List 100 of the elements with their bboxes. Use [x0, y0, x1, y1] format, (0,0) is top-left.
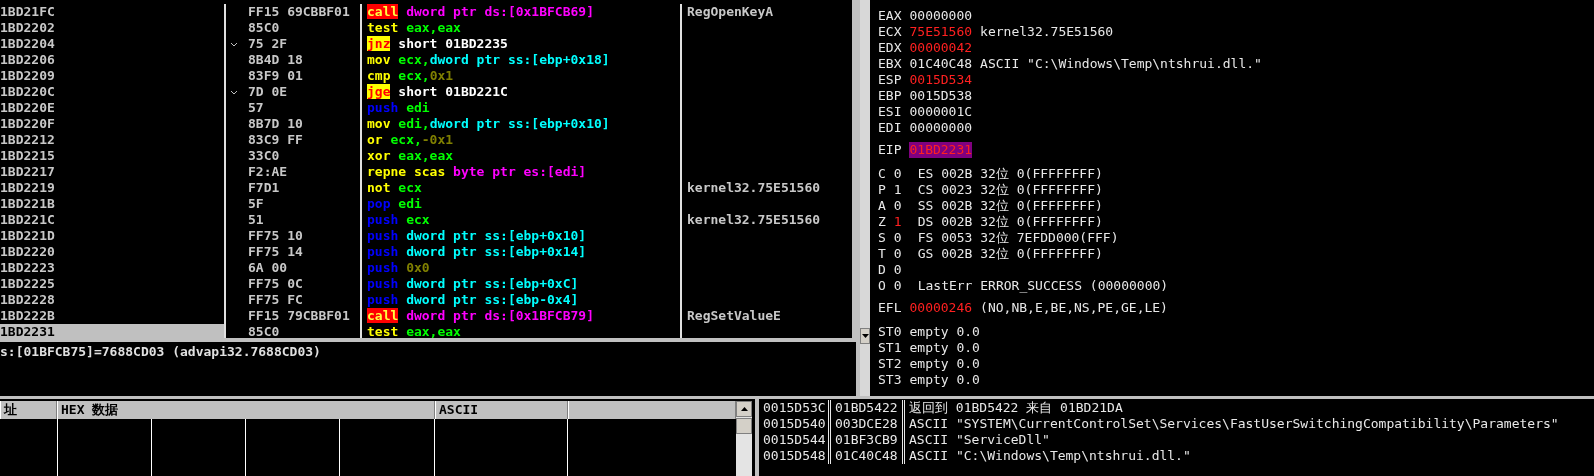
comment-cell-text: kernel32.75E51560 — [686, 212, 822, 228]
instruction-cell: pop edi — [362, 196, 682, 212]
hex-cell: 85C0 — [248, 324, 280, 338]
flag-value[interactable]: 0 — [893, 262, 902, 278]
hex-cell: FF75 FC — [248, 292, 303, 308]
up-arrow-icon — [740, 407, 748, 411]
instruction-cell: push dword ptr ss:[ebp+0x14] — [362, 244, 682, 260]
flag-name: Z — [878, 214, 886, 230]
flags-decoded: (NO,NB,E,BE,NS,PE,GE,LE) — [980, 300, 1168, 316]
flag-value[interactable]: 0 — [893, 166, 902, 182]
register-value[interactable]: 0015D538 — [909, 88, 973, 104]
flag-name: C — [878, 166, 886, 182]
hex-cell: F2:AE — [248, 164, 288, 180]
register-name: EFL — [878, 300, 902, 316]
register-value[interactable]: 0015D534 — [909, 72, 973, 88]
address-cell[interactable]: 1BD220F — [0, 116, 226, 132]
segment-detail: ES 002B 32位 0(FFFFFFFF) — [917, 166, 1103, 182]
address-cell[interactable]: 1BD220E — [0, 100, 226, 116]
segment-detail: FS 0053 32位 7EFDD000(FFF) — [917, 230, 1119, 246]
segment-detail: DS 002B 32位 0(FFFFFFFF) — [917, 214, 1103, 230]
address-cell[interactable]: 1BD2219 — [0, 180, 226, 196]
register-value[interactable]: 00000000 — [909, 120, 973, 136]
hex-cell: 8B4D 18 — [248, 52, 303, 68]
address-cell[interactable]: 1BD2228 — [0, 292, 226, 308]
hex-cell: 57 — [248, 100, 264, 116]
stack-comment: ASCII "C:\Windows\Temp\ntshrui.dll." — [908, 448, 1192, 464]
info-text: s:[01BFCB75]=7688CD03 (advapi32.7688CD03) — [0, 344, 321, 359]
flag-value[interactable]: 1 — [893, 182, 902, 198]
stack-value: 01C40C48 — [831, 448, 905, 464]
address-cell[interactable]: 1BD221C — [0, 212, 226, 228]
flag-name: D — [878, 262, 886, 278]
hex-cell: 51 — [248, 212, 264, 228]
flag-name: T — [878, 246, 886, 262]
address-cell[interactable]: 1BD2223 — [0, 260, 226, 276]
hex-cell: FF15 69CBBF01 — [248, 4, 350, 20]
stack-value: 01BF3CB9 — [831, 432, 905, 448]
flag-value[interactable]: 1 — [893, 214, 902, 230]
register-name: EDI — [878, 120, 902, 136]
flag-name: A — [878, 198, 886, 214]
stack-address: 0015D544 — [759, 432, 831, 448]
segment-detail: SS 002B 32位 0(FFFFFFFF) — [917, 198, 1103, 214]
instruction-cell: push ecx — [362, 212, 682, 228]
flag-value[interactable]: 0 — [893, 278, 902, 294]
flag-value[interactable]: 0 — [893, 198, 902, 214]
down-arrow-icon — [861, 334, 869, 338]
instruction-cell: push 0x0 — [362, 260, 682, 276]
register-name: ESI — [878, 104, 902, 120]
instruction-cell: repne scas byte ptr es:[edi] — [362, 164, 682, 180]
fpu-register: ST1 — [878, 340, 902, 356]
address-cell[interactable]: 1BD2209 — [0, 68, 226, 84]
register-name: EAX — [878, 8, 902, 24]
register-value[interactable]: 01C40C48 — [909, 56, 973, 72]
address-cell[interactable]: 1BD2217 — [0, 164, 226, 180]
hex-cell: 8B7D 10 — [248, 116, 303, 132]
address-cell[interactable]: 1BD220C — [0, 84, 226, 100]
address-cell[interactable]: 1BD21FC — [0, 4, 226, 20]
register-name: EBX — [878, 56, 902, 72]
address-cell[interactable]: 1BD221B — [0, 196, 226, 212]
address-cell[interactable]: 1BD221D — [0, 228, 226, 244]
stack-value: 003DCE28 — [831, 416, 905, 432]
address-cell[interactable]: 1BD2202 — [0, 20, 226, 36]
register-name: EBP — [878, 88, 902, 104]
scroll-up-button[interactable] — [736, 401, 752, 417]
hex-cell: 33C0 — [248, 148, 280, 164]
instruction-cell: jge short 01BD221C — [362, 84, 682, 100]
instruction-cell: not ecx — [362, 180, 682, 196]
register-value[interactable]: 0000001C — [909, 104, 973, 120]
register-value[interactable]: 75E51560 — [909, 24, 973, 40]
stack-address: 0015D53C — [759, 400, 831, 416]
hex-cell: F7D1 — [248, 180, 280, 196]
address-cell[interactable]: 1BD2212 — [0, 132, 226, 148]
scroll-down-button[interactable] — [860, 328, 870, 344]
instruction-cell: push dword ptr ss:[ebp+0xC] — [362, 276, 682, 292]
segment-detail: LastErr ERROR_SUCCESS (00000000) — [917, 278, 1169, 294]
scroll-thumb[interactable] — [736, 418, 752, 434]
stack-value: 01BD5422 — [831, 400, 905, 416]
comment-cell-text: RegSetValueE — [686, 308, 782, 324]
hex-cell: 7D 0E — [248, 84, 288, 100]
address-cell[interactable]: 1BD2220 — [0, 244, 226, 260]
register-value[interactable]: 00000042 — [909, 40, 973, 56]
flag-value[interactable]: 0 — [893, 230, 902, 246]
fpu-value: empty 0.0 — [909, 356, 980, 372]
address-cell[interactable]: 1BD2206 — [0, 52, 226, 68]
address-cell[interactable]: 1BD2204 — [0, 36, 226, 52]
hex-cell: 5F — [248, 196, 264, 212]
hex-cell: FF15 79CBBF01 — [248, 308, 350, 324]
register-value[interactable]: 00000000 — [909, 8, 973, 24]
address-cell[interactable]: 1BD2231 — [0, 324, 226, 338]
stack-address: 0015D540 — [759, 416, 831, 432]
address-cell[interactable]: 1BD2215 — [0, 148, 226, 164]
hex-cell: 6A 00 — [248, 260, 288, 276]
register-value[interactable]: 00000246 — [909, 300, 973, 316]
instruction-cell: xor eax,eax — [362, 148, 682, 164]
hex-cell: FF75 14 — [248, 244, 303, 260]
fpu-register: ST2 — [878, 356, 902, 372]
flag-value[interactable]: 0 — [893, 246, 902, 262]
stack-comment: 返回到 01BD5422 来自 01BD21DA — [908, 400, 1124, 416]
instruction-cell: mov ecx,dword ptr ss:[ebp+0x18] — [362, 52, 682, 68]
address-cell[interactable]: 1BD2225 — [0, 276, 226, 292]
flag-name: P — [878, 182, 886, 198]
